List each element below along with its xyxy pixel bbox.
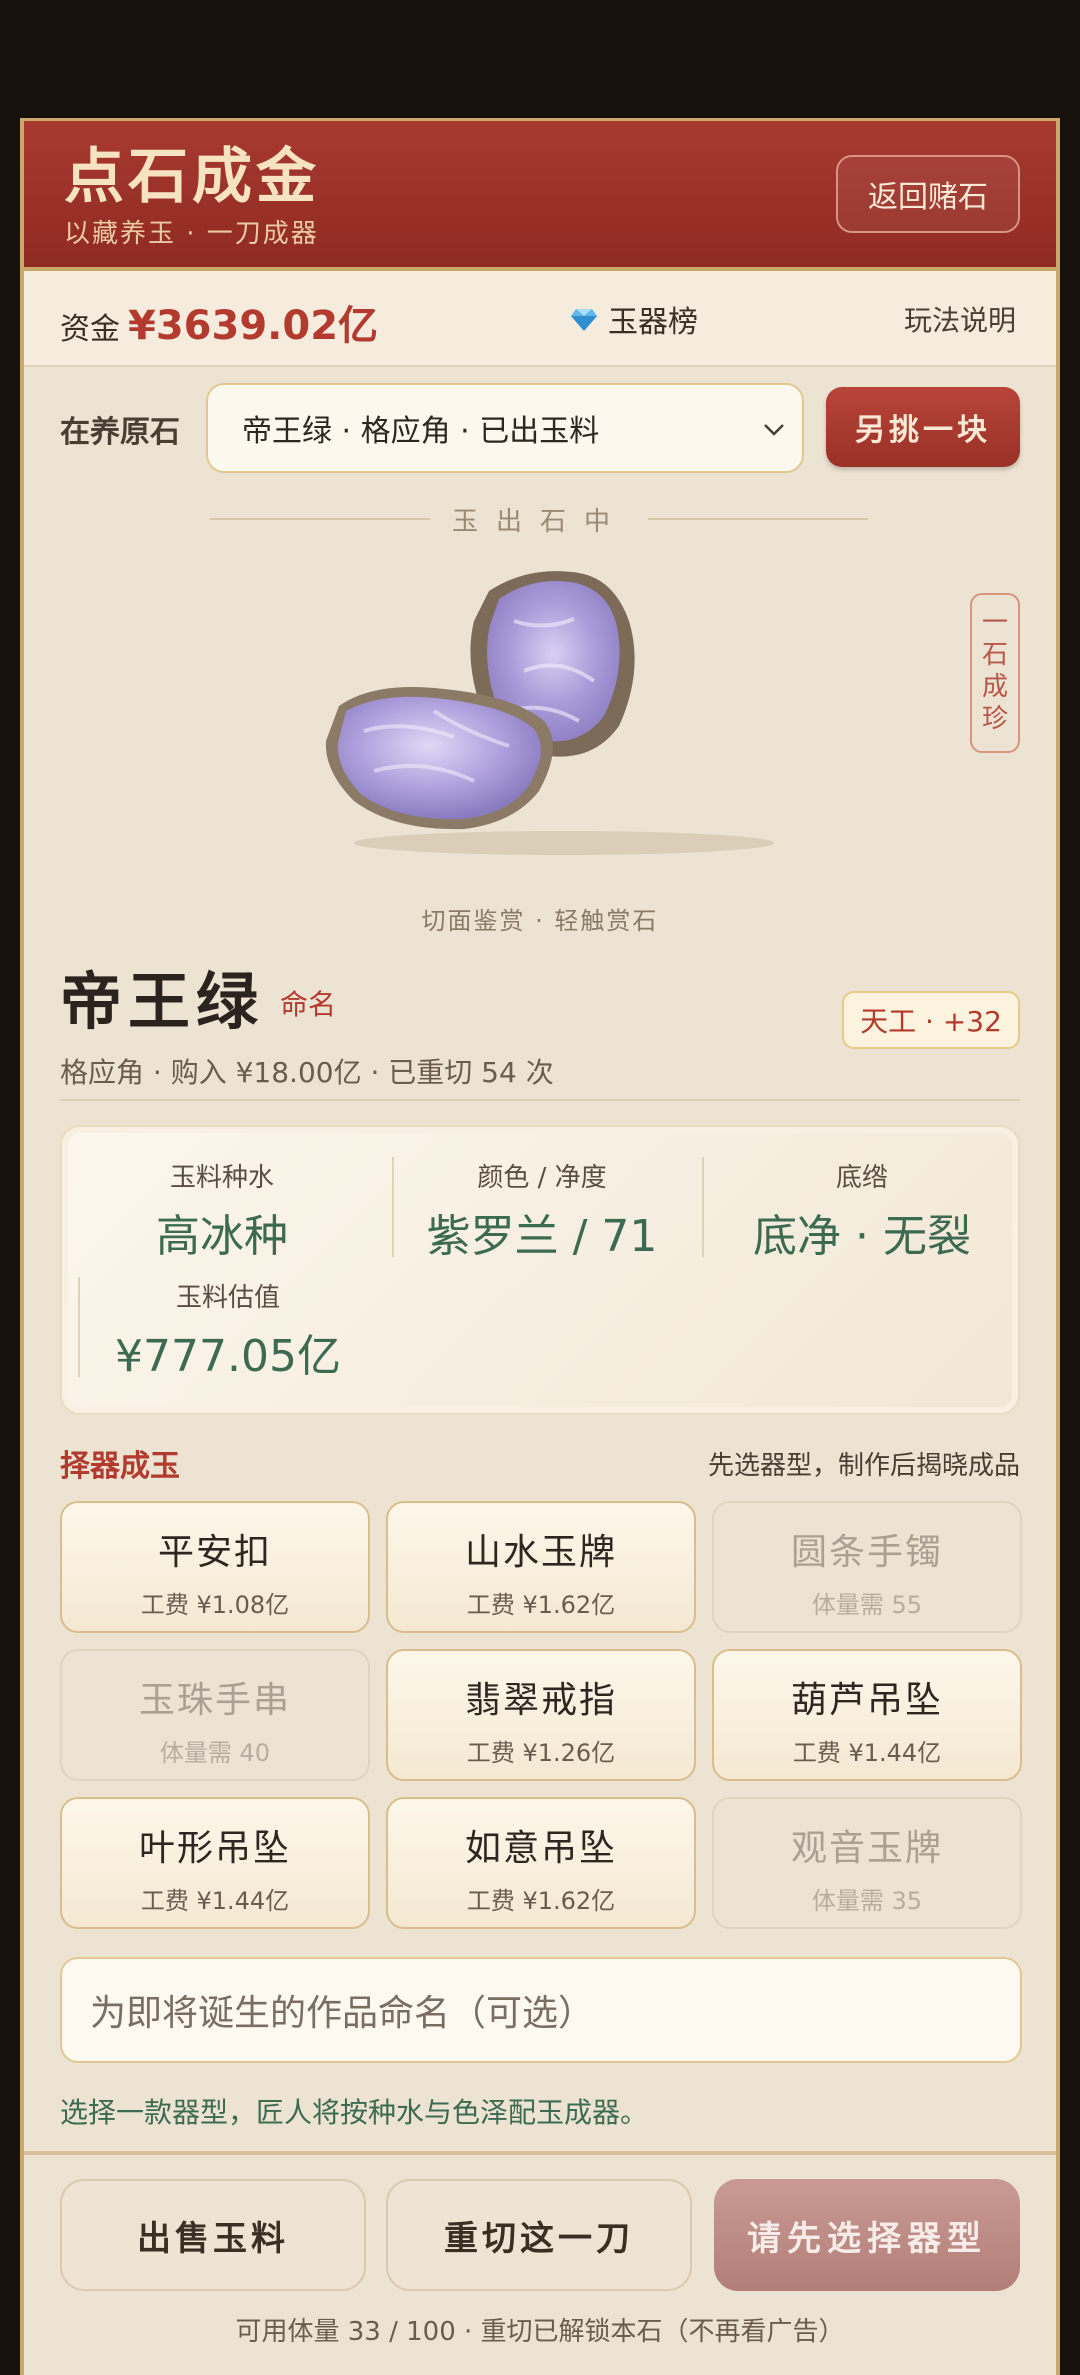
craft-option-bangle: 圆条手镯 体量需 55 [712, 1501, 1022, 1633]
craft-option-name: 翡翠戒指 [464, 1680, 617, 1721]
crafting-tip: 选择一款器型，匠人将按种水与色泽配玉成器。 [60, 2096, 649, 2129]
craft-option-name: 山水玉牌 [464, 1532, 617, 1573]
craft-option-ring[interactable]: 翡翠戒指 工费 ¥1.26亿 [386, 1649, 696, 1781]
footer-note: 可用体量 33 / 100 · 重切已解锁本石（不再看广告） [235, 2317, 845, 2347]
pick-another-button[interactable]: 另挑一块 [826, 387, 1020, 467]
craft-option-ruyi-pendant[interactable]: 如意吊坠 工费 ¥1.62亿 [386, 1797, 696, 1929]
craft-option-leaf-pendant[interactable]: 叶形吊坠 工费 ¥1.44亿 [60, 1797, 370, 1929]
craft-option-landscape-plaque[interactable]: 山水玉牌 工费 ¥1.62亿 [386, 1501, 696, 1633]
rules-link[interactable]: 玩法说明 [904, 299, 1016, 339]
showcase-caption: 切面鉴赏 · 轻触赏石 [421, 907, 659, 935]
stat-value: 高冰种 [156, 1211, 288, 1262]
jade-name: 帝王绿 [60, 965, 265, 1038]
stat-label: 颜色 / 净度 [477, 1163, 607, 1193]
craft-option-name: 葫芦吊坠 [790, 1680, 943, 1721]
stat-color-clarity: 颜色 / 净度 紫罗兰 / 71 [392, 1157, 692, 1264]
ranking-label: 玉器榜 [608, 305, 698, 340]
skill-badge: 天工 · +32 [842, 991, 1020, 1049]
craft-option-requirement: 体量需 40 [159, 1739, 271, 1767]
back-to-gamble-button[interactable]: 返回赌石 [836, 155, 1020, 233]
craft-option-name: 圆条手镯 [790, 1532, 943, 1573]
crafting-hint: 先选器型，制作后揭晓成品 [707, 1451, 1020, 1481]
stat-value: 底净 · 无裂 [753, 1211, 971, 1262]
stat-label: 玉料估值 [175, 1283, 280, 1313]
jade-meta: 格应角 · 购入 ¥18.00亿 · 已重切 54 次 [60, 1056, 554, 1089]
craft-option-name: 如意吊坠 [464, 1828, 617, 1869]
app-title: 点石成金 [64, 142, 320, 212]
craft-option-requirement: 体量需 55 [811, 1591, 923, 1619]
divider-line-right [648, 518, 868, 520]
chevron-down-icon [764, 424, 784, 436]
stat-valuation: 玉料估值 ¥777.05亿 [78, 1277, 378, 1384]
app-subtitle: 以藏养玉 · 一刀成器 [64, 219, 319, 249]
funds-label: 资金 [60, 312, 120, 347]
craft-option-bead-bracelet: 玉珠手串 体量需 40 [60, 1649, 370, 1781]
stat-texture: 玉料种水 高冰种 [62, 1157, 382, 1264]
artwork-name-placeholder: 为即将诞生的作品命名（可选） [90, 1993, 595, 2034]
recut-button[interactable]: 重切这一刀 [386, 2179, 692, 2291]
artwork-name-input[interactable]: 为即将诞生的作品命名（可选） [60, 1957, 1022, 2063]
craft-option-name: 玉珠手串 [138, 1680, 291, 1721]
craft-option-name: 观音玉牌 [790, 1828, 943, 1869]
stone-picker-label: 在养原石 [60, 415, 180, 450]
stone-select-value: 帝王绿 · 格应角 · 已出玉料 [242, 414, 600, 449]
craft-option-cost: 工费 ¥1.44亿 [140, 1887, 290, 1915]
side-tag: 一石成珍 [970, 593, 1020, 753]
craft-option-requirement: 体量需 35 [811, 1887, 923, 1915]
jade-stone-image[interactable] [314, 561, 814, 861]
stat-label: 底绺 [835, 1163, 888, 1193]
craft-option-cost: 工费 ¥1.62亿 [466, 1887, 616, 1915]
stat-base-cracks: 底绺 底净 · 无裂 [702, 1157, 1022, 1264]
ranking-link[interactable]: 玉器榜 [570, 297, 698, 341]
stone-picker: 在养原石 帝王绿 · 格应角 · 已出玉料 另挑一块 [24, 383, 1056, 473]
divider [60, 1099, 1020, 1101]
stone-select[interactable]: 帝王绿 · 格应角 · 已出玉料 [206, 383, 804, 473]
craft-option-cost: 工费 ¥1.62亿 [466, 1591, 616, 1619]
header: 点石成金 以藏养玉 · 一刀成器 返回赌石 [24, 121, 1056, 267]
craft-option-name: 平安扣 [157, 1532, 272, 1573]
rename-button[interactable]: 命名 [280, 983, 336, 1023]
confirm-craft-button[interactable]: 请先选择器型 [714, 2179, 1020, 2291]
craft-option-cost: 工费 ¥1.44亿 [792, 1739, 942, 1767]
stat-label: 玉料种水 [169, 1163, 274, 1193]
stat-value: ¥777.05亿 [115, 1331, 341, 1382]
funds: 资金 ¥3639.02亿 [60, 293, 378, 351]
status-bar: 资金 ¥3639.02亿 玉器榜 玩法说明 [24, 271, 1056, 367]
funds-value: ¥3639.02亿 [128, 303, 379, 349]
craft-option-cost: 工费 ¥1.26亿 [466, 1739, 616, 1767]
showcase-title: 玉出石中 [451, 507, 628, 537]
craft-option-gourd-pendant[interactable]: 葫芦吊坠 工费 ¥1.44亿 [712, 1649, 1022, 1781]
stat-value: 紫罗兰 / 71 [426, 1211, 658, 1262]
crafting-title: 择器成玉 [60, 1449, 180, 1484]
craft-option-guanyin-plaque: 观音玉牌 体量需 35 [712, 1797, 1022, 1929]
jade-stats-panel: 玉料种水 高冰种 颜色 / 净度 紫罗兰 / 71 底绺 底净 · 无裂 玉料估… [60, 1125, 1020, 1415]
bottom-divider [24, 2151, 1056, 2155]
craft-option-ping-an-kou[interactable]: 平安扣 工费 ¥1.08亿 [60, 1501, 370, 1633]
craft-option-name: 叶形吊坠 [138, 1828, 291, 1869]
sell-jade-button[interactable]: 出售玉料 [60, 2179, 366, 2291]
diamond-icon [571, 309, 597, 331]
craft-option-cost: 工费 ¥1.08亿 [140, 1591, 290, 1619]
app-frame: 点石成金 以藏养玉 · 一刀成器 返回赌石 资金 ¥3639.02亿 玉器榜 玩… [20, 118, 1060, 2375]
